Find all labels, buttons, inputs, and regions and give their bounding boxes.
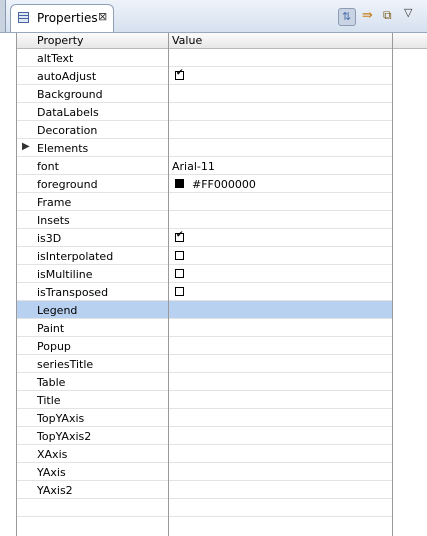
property-name: is3D	[37, 232, 62, 245]
column-divider	[16, 33, 17, 536]
tree-toggle-icon: ⇅	[342, 10, 352, 23]
property-name: TopYAxis2	[37, 430, 92, 443]
table-row[interactable]: is3D ✔	[16, 229, 392, 247]
table-row[interactable]: XAxis	[16, 445, 392, 463]
table-row[interactable]	[16, 499, 392, 517]
tree-gutter	[0, 33, 16, 536]
property-name: XAxis	[37, 448, 68, 461]
property-value[interactable]: #FF000000	[192, 178, 256, 191]
table-row[interactable]: isMultiline	[16, 265, 392, 283]
table-row[interactable]: ▶ Elements	[16, 139, 392, 157]
property-name: isInterpolated	[37, 250, 114, 263]
property-name: Decoration	[37, 124, 98, 137]
color-swatch	[175, 179, 184, 188]
property-name: YAxis2	[37, 484, 73, 497]
table-row[interactable]: Table	[16, 373, 392, 391]
property-name: TopYAxis	[37, 412, 85, 425]
property-table: altText autoAdjust ✔ Background DataLabels De…	[16, 49, 392, 517]
property-name: Legend	[37, 304, 78, 317]
property-name: Popup	[37, 340, 71, 353]
table-row[interactable]: Legend	[16, 301, 392, 319]
table-row[interactable]: isTransposed	[16, 283, 392, 301]
show-advanced-icon: ⇛	[362, 8, 373, 23]
table-row[interactable]: altText	[16, 49, 392, 67]
property-name: Insets	[37, 214, 70, 227]
checkmark-icon: ✔	[176, 68, 184, 78]
property-name: Paint	[37, 322, 65, 335]
table-row[interactable]: DataLabels	[16, 103, 392, 121]
view-titlebar: Properties ⊠ ⇅ ⇛ ⧉ ▽	[0, 0, 427, 33]
property-name: autoAdjust	[37, 70, 97, 83]
property-name: seriesTitle	[37, 358, 94, 371]
table-row[interactable]: Decoration	[16, 121, 392, 139]
property-checkbox[interactable]: ✔	[175, 230, 184, 242]
property-name: DataLabels	[37, 106, 99, 119]
tab-properties[interactable]: Properties ⊠	[10, 4, 114, 32]
left-sash[interactable]	[0, 0, 6, 32]
property-name: Frame	[37, 196, 72, 209]
view-menu-icon: ▽	[404, 6, 413, 19]
table-row[interactable]: Title	[16, 391, 392, 409]
property-name: YAxis	[37, 466, 66, 479]
table-row[interactable]: isInterpolated	[16, 247, 392, 265]
expand-arrow-icon[interactable]: ▶	[22, 141, 30, 152]
property-checkbox[interactable]: ✔	[175, 68, 184, 80]
table-row[interactable]: TopYAxis2	[16, 427, 392, 445]
table-row[interactable]: font Arial-11	[16, 157, 392, 175]
property-name: Background	[37, 88, 103, 101]
table-row[interactable]: seriesTitle	[16, 355, 392, 373]
property-checkbox[interactable]	[175, 287, 184, 296]
property-checkbox[interactable]	[175, 269, 184, 278]
property-name: isMultiline	[37, 268, 93, 281]
column-header-value[interactable]: Value	[172, 34, 202, 47]
property-value[interactable]: Arial-11	[172, 160, 215, 173]
filter-icon: ⧉	[383, 8, 392, 22]
table-row[interactable]: Paint	[16, 319, 392, 337]
show-advanced-button[interactable]: ⇛	[360, 8, 378, 26]
view-menu-button[interactable]: ▽	[403, 6, 421, 24]
table-row[interactable]: Frame	[16, 193, 392, 211]
table-header: Property Value	[16, 33, 427, 49]
checkmark-icon: ✔	[176, 230, 184, 240]
table-row[interactable]: TopYAxis	[16, 409, 392, 427]
property-name: Title	[37, 394, 61, 407]
tree-toggle-button[interactable]: ⇅	[338, 8, 356, 26]
property-name: Table	[37, 376, 66, 389]
filter-button[interactable]: ⧉	[381, 8, 399, 26]
column-header-property[interactable]: Property	[37, 34, 84, 47]
column-divider[interactable]	[392, 33, 393, 536]
property-name: isTransposed	[37, 286, 109, 299]
column-divider[interactable]	[168, 33, 169, 536]
property-name: font	[37, 160, 59, 173]
close-icon[interactable]: ⊠	[98, 10, 107, 23]
table-row[interactable]: Insets	[16, 211, 392, 229]
property-name: altText	[37, 52, 74, 65]
table-row[interactable]: Background	[16, 85, 392, 103]
table-row[interactable]: Popup	[16, 337, 392, 355]
property-name: Elements	[37, 142, 89, 155]
table-row[interactable]: YAxis2	[16, 481, 392, 499]
property-name: foreground	[37, 178, 98, 191]
table-row[interactable]: YAxis	[16, 463, 392, 481]
property-checkbox[interactable]	[175, 251, 184, 260]
table-row[interactable]: foreground #FF000000	[16, 175, 392, 193]
tab-label: Properties	[37, 11, 98, 25]
properties-icon	[18, 12, 29, 23]
table-row[interactable]: autoAdjust ✔	[16, 67, 392, 85]
